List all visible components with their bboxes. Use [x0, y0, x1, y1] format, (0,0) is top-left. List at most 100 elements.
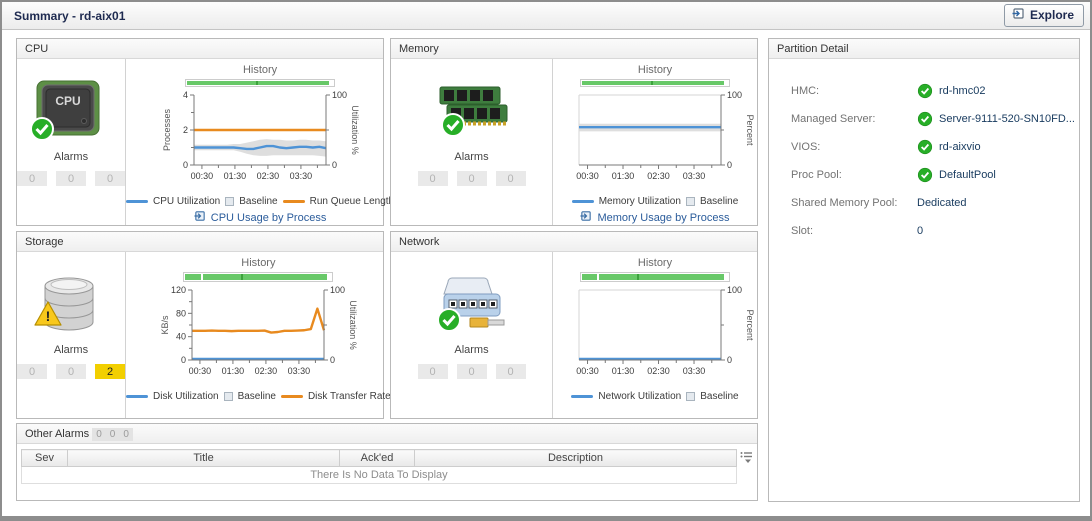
history-divider: [597, 274, 599, 280]
detail-value[interactable]: DefaultPool: [917, 167, 996, 183]
column-header[interactable]: Description: [415, 450, 737, 467]
legend-swatch: [571, 395, 593, 398]
drilldown-arrow-icon: [580, 210, 592, 225]
status-ok-icon: [440, 112, 466, 143]
storage-icon: !: [33, 272, 109, 338]
svg-text:01:30: 01:30: [612, 366, 635, 376]
partition-detail-row: Proc Pool: DefaultPool: [791, 161, 1079, 189]
partition-detail-header: Partition Detail: [769, 39, 1079, 59]
svg-text:03:30: 03:30: [290, 171, 313, 181]
column-header[interactable]: Ack'ed: [340, 450, 415, 467]
history-divider: [201, 274, 203, 280]
alarm-count-box[interactable]: 2: [95, 364, 125, 379]
column-header[interactable]: Sev: [22, 450, 68, 467]
svg-text:Percent: Percent: [745, 114, 755, 146]
svg-text:100: 100: [330, 285, 345, 295]
detail-label: Shared Memory Pool:: [791, 197, 917, 209]
detail-value-text: DefaultPool: [939, 169, 996, 181]
partition-detail-row: Slot:0: [791, 217, 1079, 245]
other-alarm-count-badge: 0: [119, 428, 133, 441]
svg-text:!: !: [46, 308, 51, 324]
partition-detail-row: Shared Memory Pool:Dedicated: [791, 189, 1079, 217]
history-label: History: [241, 257, 275, 269]
network-chart-legend: Network UtilizationBaseline: [571, 391, 738, 402]
alarm-count-box[interactable]: 0: [457, 364, 487, 379]
status-ok-icon: [29, 116, 55, 147]
metrics-row-2: Storage: [16, 231, 758, 419]
alarm-count-box[interactable]: 0: [17, 171, 47, 186]
storage-panel-header: Storage: [17, 232, 383, 252]
legend-swatch: [686, 197, 695, 206]
svg-text:100: 100: [332, 90, 347, 100]
detail-value-text: Server-9111-520-SN10FD...: [939, 113, 1075, 125]
svg-text:Utilization %: Utilization %: [348, 300, 358, 350]
legend-label: Baseline: [238, 391, 276, 402]
empty-table-message: There Is No Data To Display: [22, 467, 737, 484]
memory-usage-by-process-link[interactable]: Memory Usage by Process: [580, 210, 729, 225]
svg-text:Processes: Processes: [162, 108, 172, 151]
memory-history-bar: [580, 79, 730, 87]
status-ok-icon: [917, 83, 933, 99]
detail-value[interactable]: Server-9111-520-SN10FD...: [917, 111, 1075, 127]
history-tick: [256, 81, 258, 85]
status-warning-icon: !: [33, 300, 63, 332]
cpu-history-bar: [185, 79, 335, 87]
alarm-count-box[interactable]: 0: [418, 364, 448, 379]
cpu-usage-by-process-link[interactable]: CPU Usage by Process: [194, 210, 327, 225]
legend-label: Run Queue Length: [310, 196, 395, 207]
svg-text:03:30: 03:30: [288, 366, 311, 376]
partition-detail-body: HMC:rd-hmc02 Managed Server:Server-9111-5…: [769, 59, 1079, 245]
column-header[interactable]: Title: [68, 450, 340, 467]
memory-alarm-counts: 000: [418, 171, 526, 186]
legend-swatch: [126, 200, 148, 203]
svg-text:00:30: 00:30: [189, 366, 212, 376]
other-alarm-count-badge: 0: [106, 428, 120, 441]
history-label: History: [638, 64, 672, 76]
detail-label: Proc Pool:: [791, 169, 917, 181]
table-options-icon[interactable]: [737, 449, 753, 469]
network-history-bar: [580, 272, 730, 282]
svg-text:03:30: 03:30: [683, 171, 706, 181]
alarm-count-box[interactable]: 0: [418, 171, 448, 186]
history-tick: [637, 274, 639, 280]
main-content: CPU CPU: [2, 30, 1090, 508]
detail-value-text: rd-aixvio: [939, 141, 981, 153]
alarm-count-box[interactable]: 0: [95, 171, 125, 186]
cpu-panel: CPU CPU: [16, 38, 384, 226]
alarm-count-box[interactable]: 0: [457, 171, 487, 186]
memory-panel: Memory: [390, 38, 758, 226]
other-alarm-count-badge: 0: [92, 428, 106, 441]
detail-value[interactable]: rd-hmc02: [917, 83, 985, 99]
svg-text:00:30: 00:30: [576, 171, 599, 181]
alarm-count-box[interactable]: 0: [496, 171, 526, 186]
svg-text:4: 4: [183, 90, 188, 100]
legend-label: Disk Transfer Rate: [308, 391, 391, 402]
svg-text:02:30: 02:30: [647, 171, 670, 181]
explore-button[interactable]: Explore: [1004, 4, 1084, 27]
legend-label: CPU Utilization: [153, 196, 220, 207]
detail-value-text: 0: [917, 225, 923, 237]
alarm-count-box[interactable]: 0: [56, 364, 86, 379]
status-ok-icon: [917, 111, 933, 127]
history-fill: [187, 81, 329, 85]
svg-text:01:30: 01:30: [224, 171, 247, 181]
memory-history-chart: 00:3001:3002:3003:300100Percent: [553, 87, 757, 196]
alarms-table: SevTitleAck'edDescription There Is No Da…: [21, 449, 737, 484]
alarm-count-box[interactable]: 0: [56, 171, 86, 186]
explore-arrow-icon: [1012, 7, 1025, 23]
detail-value-text: Dedicated: [917, 197, 967, 209]
history-tick: [651, 81, 653, 85]
detail-value[interactable]: rd-aixvio: [917, 139, 981, 155]
svg-text:03:30: 03:30: [683, 366, 706, 376]
svg-text:Utilization %: Utilization %: [350, 105, 360, 155]
svg-text:0: 0: [330, 355, 335, 365]
partition-detail-row: Managed Server:Server-9111-520-SN10FD...: [791, 105, 1079, 133]
page-title: Summary - rd-aix01: [8, 9, 125, 23]
alarm-count-box[interactable]: 0: [496, 364, 526, 379]
memory-panel-header: Memory: [391, 39, 757, 59]
history-fill: [185, 274, 327, 280]
storage-chart-legend: Disk UtilizationBaselineDisk Transfer Ra…: [126, 391, 391, 402]
svg-text:02:30: 02:30: [257, 171, 280, 181]
detail-label: HMC:: [791, 85, 917, 97]
alarm-count-box[interactable]: 0: [17, 364, 47, 379]
